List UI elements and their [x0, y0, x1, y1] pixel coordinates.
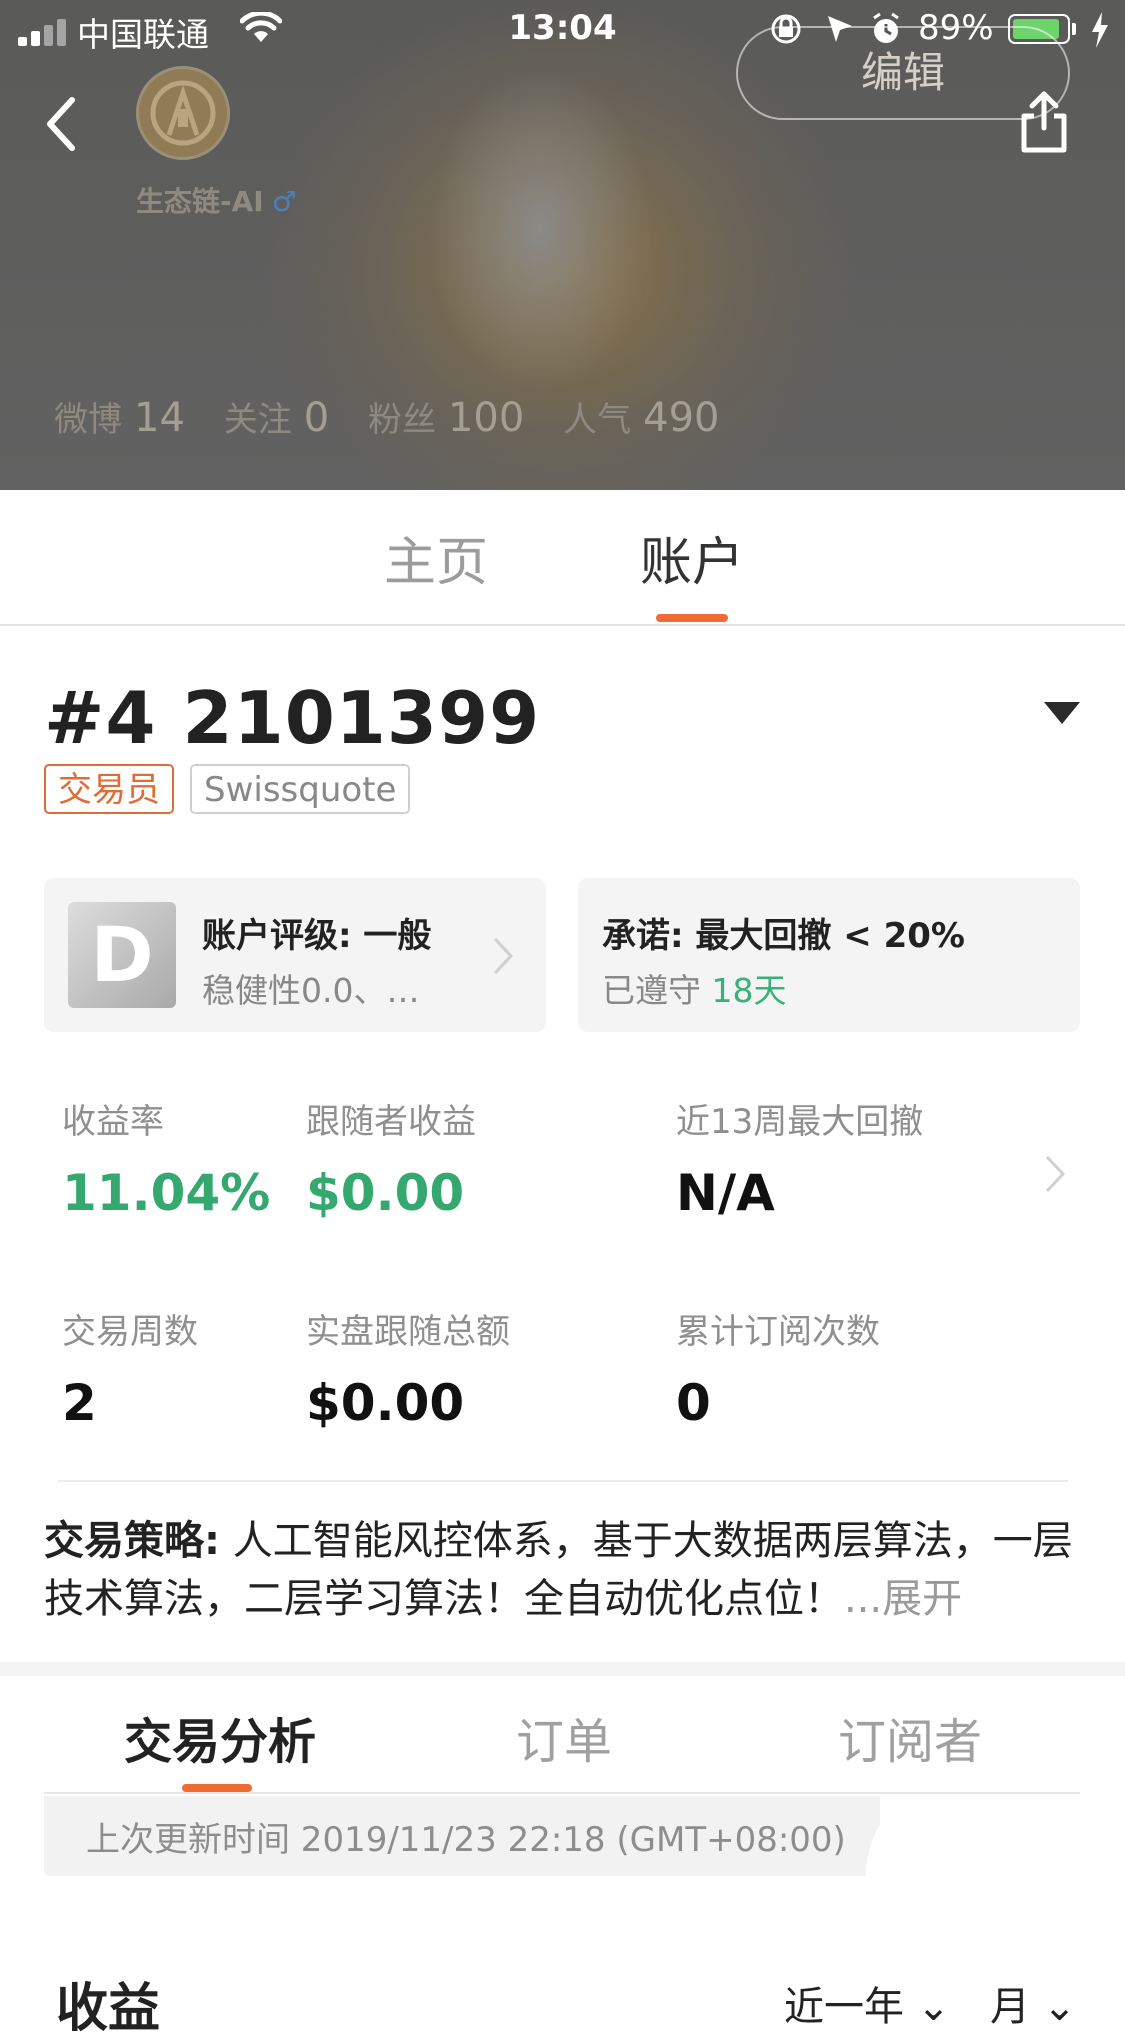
income-section-title: 收益: [56, 1979, 161, 2039]
metric-label-subscriptions: 累计订阅次数: [676, 1312, 880, 1352]
chevron-right-icon: [493, 937, 514, 975]
role-tag: 交易员: [44, 764, 174, 814]
divider: [58, 1480, 1068, 1482]
chevron-right-icon[interactable]: [1044, 1154, 1066, 1194]
promise-kept-days: 18天: [711, 971, 787, 1010]
stat-popularity: 人气 490: [563, 395, 720, 441]
tab-account[interactable]: 账户: [640, 520, 744, 595]
profile-stats: 微博 14 关注 0 粉丝 100 人气 490: [54, 392, 748, 442]
strategy-label: 交易策略:: [44, 1518, 220, 1564]
stat-following[interactable]: 关注 0: [224, 392, 329, 441]
period-filter[interactable]: 近一年 ⌄: [784, 1974, 950, 2032]
metric-label-follow-total: 实盘跟随总额: [306, 1312, 510, 1352]
tab-trade-analysis[interactable]: 交易分析: [124, 1702, 316, 1772]
metric-value-subscriptions: 0: [676, 1374, 711, 1432]
trading-strategy: 交易策略: 人工智能风控体系，基于大数据两层算法，一层技术算法，二层学习算法！全…: [44, 1512, 1084, 1628]
metric-value-return: 11.04%: [62, 1164, 271, 1222]
tab-home[interactable]: 主页: [384, 520, 488, 595]
username-text: 生态链-AI: [136, 185, 264, 218]
share-icon[interactable]: [1018, 90, 1070, 154]
gender-male-icon: ♂: [271, 185, 297, 218]
account-rating-card[interactable]: D 账户评级: 一般 稳健性0.0、…: [44, 878, 546, 1032]
section-gap: [0, 1662, 1125, 1676]
profile-header: 中国联通 13:04 89% 生态链-AI ♂ 编辑 微博 14 关注 0 粉丝…: [0, 0, 1125, 490]
avatar[interactable]: [136, 66, 230, 160]
rating-subtitle: 稳健性0.0、…: [202, 971, 420, 1010]
account-dropdown-icon[interactable]: [1044, 702, 1080, 724]
stat-weibo[interactable]: 微博 14: [54, 392, 185, 441]
rating-title: 账户评级: 一般: [202, 916, 432, 956]
tab-subscribers[interactable]: 订阅者: [838, 1702, 982, 1772]
tab-active-indicator: [656, 614, 728, 622]
metric-label-follower-profit: 跟随者收益: [306, 1102, 476, 1142]
username: 生态链-AI ♂: [136, 180, 297, 220]
subtab-active-indicator: [182, 1784, 252, 1792]
subtab-underline: [44, 1792, 1080, 1794]
metric-value-max-drawdown: N/A: [676, 1164, 775, 1222]
expand-link[interactable]: ...展开: [844, 1576, 962, 1622]
metric-value-follow-total: $0.00: [306, 1374, 465, 1432]
promise-kept: 已遵守 18天: [602, 971, 787, 1010]
charging-icon: [1092, 12, 1108, 48]
back-button[interactable]: [38, 92, 84, 156]
metric-label-trading-weeks: 交易周数: [62, 1312, 198, 1352]
account-title: #4 2101399: [44, 676, 541, 760]
broker-tag: Swissquote: [190, 764, 411, 814]
metric-value-follower-profit: $0.00: [306, 1164, 465, 1222]
tab-orders[interactable]: 订单: [516, 1702, 612, 1772]
update-time-bar: 上次更新时间 2019/11/23 22:18 (GMT+08:00): [44, 1796, 926, 1876]
metric-label-return: 收益率: [62, 1102, 164, 1142]
avatar-logo-icon: [150, 80, 216, 146]
rating-badge: D: [68, 902, 176, 1008]
main-tab-bar: 主页 账户: [0, 490, 1125, 626]
promise-title: 承诺: 最大回撤 < 20%: [602, 916, 965, 956]
stat-followers[interactable]: 粉丝 100: [368, 392, 524, 441]
unit-filter[interactable]: 月 ⌄: [990, 1974, 1076, 2032]
promise-card: 承诺: 最大回撤 < 20% 已遵守 18天: [578, 878, 1080, 1032]
update-time: 上次更新时间 2019/11/23 22:18 (GMT+08:00): [86, 1820, 846, 1860]
metric-value-trading-weeks: 2: [62, 1374, 97, 1432]
metric-label-max-drawdown: 近13周最大回撤: [676, 1102, 924, 1142]
